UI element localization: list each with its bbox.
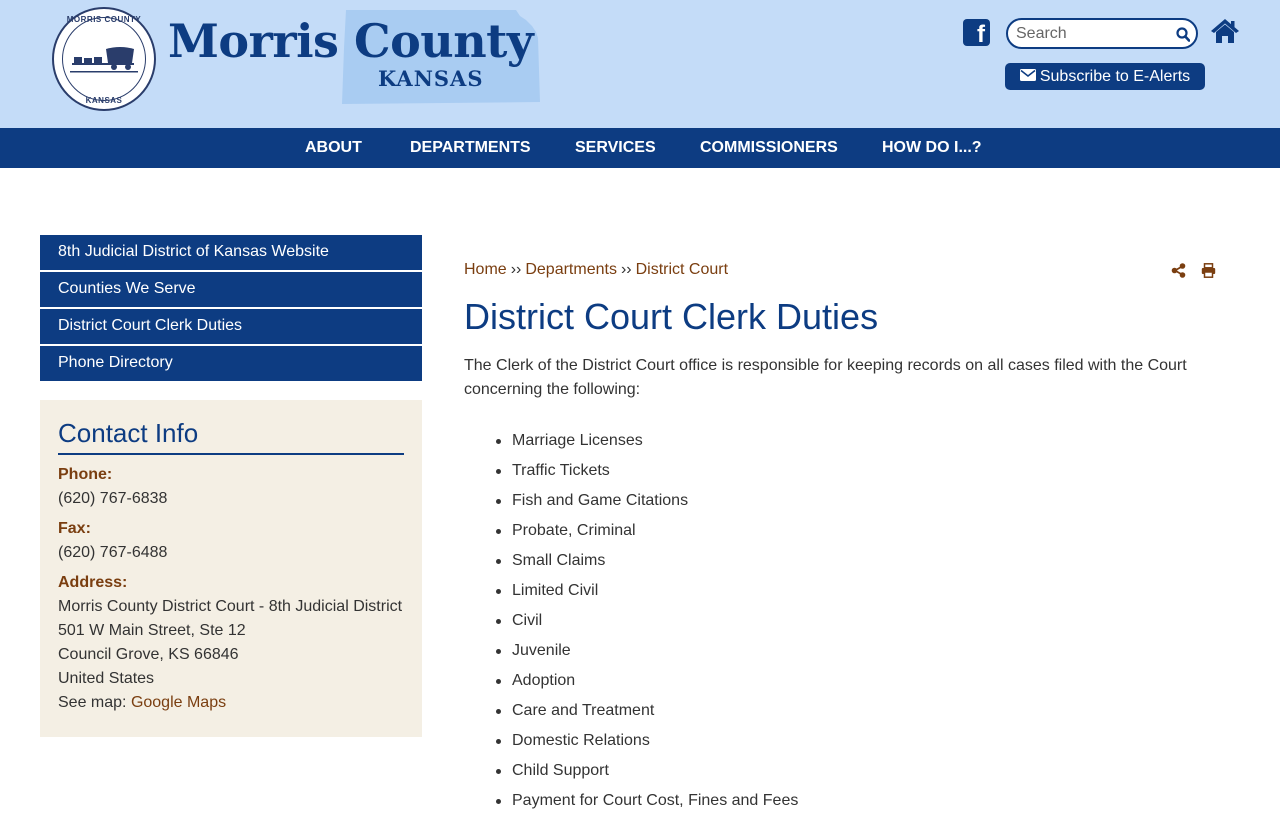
nav-departments[interactable]: DEPARTMENTS bbox=[410, 128, 531, 168]
breadcrumb-separator: ›› bbox=[620, 261, 632, 278]
fax-value: (620) 767-6488 bbox=[58, 544, 168, 561]
breadcrumb-home[interactable]: Home bbox=[464, 261, 507, 278]
search-box bbox=[1006, 18, 1198, 49]
nav-services[interactable]: SERVICES bbox=[575, 128, 656, 168]
site-title[interactable]: Morris County bbox=[168, 14, 534, 68]
list-item: Civil bbox=[495, 606, 798, 636]
list-item: Juvenile bbox=[495, 636, 798, 666]
address-line: 501 W Main Street, Ste 12 bbox=[58, 622, 246, 639]
wagon-icon bbox=[70, 47, 138, 73]
breadcrumb-separator: ›› bbox=[510, 261, 522, 278]
breadcrumb: Home ›› Departments ›› District Court bbox=[464, 261, 728, 279]
list-item: Limited Civil bbox=[495, 576, 798, 606]
county-seal-logo[interactable]: MORRIS COUNTY KANSAS bbox=[52, 7, 156, 111]
list-item: Small Claims bbox=[495, 546, 798, 576]
list-item: Care and Treatment bbox=[495, 696, 798, 726]
nav-commissioners[interactable]: COMMISSIONERS bbox=[700, 128, 838, 168]
share-icon[interactable] bbox=[1171, 263, 1186, 278]
intro-paragraph: The Clerk of the District Court office i… bbox=[464, 357, 1187, 398]
duties-list: Marriage Licenses Traffic Tickets Fish a… bbox=[495, 426, 798, 816]
search-icon[interactable] bbox=[1176, 27, 1190, 42]
address-line: Council Grove, KS 66846 bbox=[58, 646, 239, 663]
list-item: Probate, Criminal bbox=[495, 516, 798, 546]
site-header: MORRIS COUNTY KANSAS Morris County KANSA… bbox=[0, 0, 1280, 128]
list-item: Marriage Licenses bbox=[495, 426, 798, 456]
nav-about[interactable]: ABOUT bbox=[305, 128, 362, 168]
fax-label: Fax: bbox=[58, 520, 91, 537]
seal-top-text: MORRIS COUNTY bbox=[66, 15, 142, 24]
list-item: Traffic Tickets bbox=[495, 456, 798, 486]
breadcrumb-district-court[interactable]: District Court bbox=[636, 261, 728, 278]
phone-value[interactable]: (620) 767-6838 bbox=[58, 487, 404, 511]
subscribe-label: Subscribe to E-Alerts bbox=[1039, 68, 1191, 85]
list-item: Child Support bbox=[495, 756, 798, 786]
map-row: See map: Google Maps bbox=[58, 691, 404, 715]
sidebar-menu: 8th Judicial District of Kansas Website … bbox=[40, 235, 422, 383]
envelope-icon bbox=[1019, 69, 1036, 82]
phone-label: Phone: bbox=[58, 466, 113, 483]
address-label: Address: bbox=[58, 574, 128, 591]
address-line: United States bbox=[58, 670, 155, 687]
subscribe-e-alerts-button[interactable]: Subscribe to E-Alerts bbox=[1005, 63, 1205, 90]
contact-heading: Contact Info bbox=[58, 418, 404, 455]
sidebar-item-clerk-duties[interactable]: District Court Clerk Duties bbox=[40, 309, 422, 345]
list-item: Payment for Court Cost, Fines and Fees bbox=[495, 786, 798, 816]
breadcrumb-departments[interactable]: Departments bbox=[525, 261, 617, 278]
address-line: Morris County District Court - 8th Judic… bbox=[58, 598, 403, 615]
home-icon[interactable] bbox=[1210, 18, 1240, 44]
nav-how-do-i[interactable]: HOW DO I...? bbox=[882, 128, 982, 168]
seal-bottom-text: KANSAS bbox=[85, 96, 123, 105]
site-subtitle: KANSAS bbox=[378, 66, 484, 91]
sidebar-item-phone-directory[interactable]: Phone Directory bbox=[40, 346, 422, 382]
search-input[interactable] bbox=[1016, 24, 1166, 44]
facebook-icon[interactable]: f bbox=[963, 19, 990, 46]
print-icon[interactable] bbox=[1201, 263, 1216, 278]
list-item: Fish and Game Citations bbox=[495, 486, 798, 516]
main-nav: ABOUT DEPARTMENTS SERVICES COMMISSIONERS… bbox=[0, 128, 1280, 168]
map-prefix: See map: bbox=[58, 694, 127, 711]
list-item: Domestic Relations bbox=[495, 726, 798, 756]
page-title: District Court Clerk Duties bbox=[464, 296, 879, 337]
contact-info-panel: Contact Info Phone: (620) 767-6838 Fax: … bbox=[40, 400, 422, 737]
google-maps-link[interactable]: Google Maps bbox=[131, 694, 226, 711]
sidebar-item-judicial-district-website[interactable]: 8th Judicial District of Kansas Website bbox=[40, 235, 422, 271]
list-item: Adoption bbox=[495, 666, 798, 696]
sidebar-item-counties-we-serve[interactable]: Counties We Serve bbox=[40, 272, 422, 308]
